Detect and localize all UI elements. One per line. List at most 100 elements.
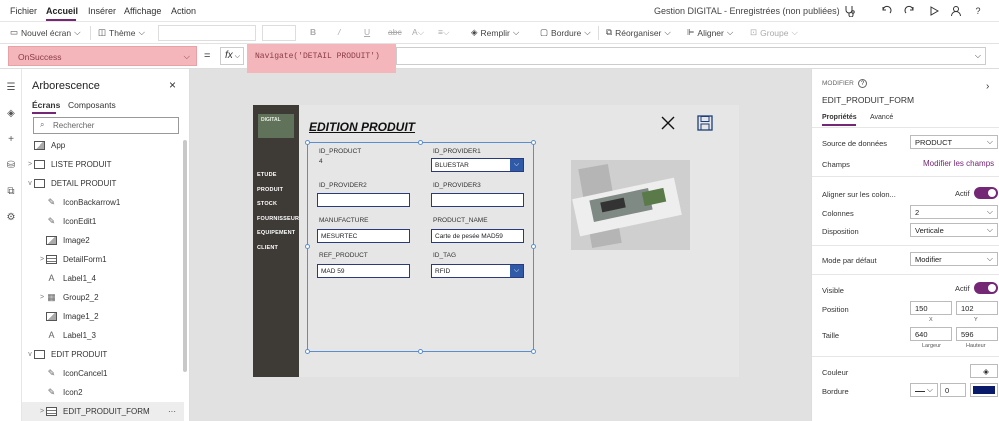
nav-item[interactable]: ETUDE [257, 172, 277, 178]
tree-node[interactable]: App [22, 136, 184, 155]
tree-node[interactable]: A Label1_4 [22, 269, 184, 288]
save-icon[interactable] [697, 115, 713, 131]
tab-composants[interactable]: Composants [68, 100, 116, 110]
strikethrough-button[interactable]: abc [388, 27, 402, 37]
more-options-icon[interactable]: ··· [168, 407, 176, 416]
border-color-picker[interactable] [970, 383, 998, 397]
visible-toggle[interactable] [974, 282, 998, 294]
search-input[interactable]: ⌕ Rechercher [33, 117, 179, 134]
tab-properties[interactable]: Propriétés [822, 114, 857, 121]
redo-icon[interactable] [902, 3, 918, 19]
reorder-button[interactable]: ⧉ Réorganiser ⌵ [606, 27, 671, 38]
resize-handle[interactable] [418, 349, 423, 354]
tree-node[interactable]: ✎ Icon2 [22, 383, 184, 402]
user-icon[interactable] [948, 3, 964, 19]
columns-select[interactable]: 2 ⌵ [910, 205, 998, 219]
tree-scrollbar[interactable] [183, 140, 187, 372]
resize-handle[interactable] [305, 140, 310, 145]
tree-node[interactable]: ✎ IconBackarrow1 [22, 193, 184, 212]
resize-handle[interactable] [305, 349, 310, 354]
border-width-input[interactable]: 0 [940, 383, 966, 397]
fill-color-picker[interactable]: ◈ [970, 364, 998, 378]
resize-handle[interactable] [531, 349, 536, 354]
tools-icon[interactable]: ⚙ [4, 211, 18, 225]
font-color-button[interactable]: A⌵ [412, 27, 424, 38]
tree-node[interactable]: Image2 [22, 231, 184, 250]
input-id-provider3[interactable] [431, 193, 524, 207]
cancel-icon[interactable] [659, 114, 677, 132]
tree-node[interactable]: v DETAIL PRODUIT [22, 174, 184, 193]
group-button[interactable]: ⊡ Groupe ⌵ [750, 27, 798, 38]
resize-handle[interactable] [531, 244, 536, 249]
tree-node[interactable]: v EDIT PRODUIT [22, 345, 184, 364]
chevron-icon[interactable]: > [38, 408, 46, 415]
nav-item[interactable]: CLIENT [257, 245, 278, 251]
layers-icon[interactable]: ◈ [4, 107, 18, 121]
border-button[interactable]: ▢ Bordure ⌵ [540, 27, 591, 38]
snap-toggle[interactable] [974, 187, 998, 199]
chevron-icon[interactable]: v [26, 351, 34, 358]
nav-item[interactable]: PRODUIT [257, 187, 283, 193]
tree-node[interactable]: Image1_2 [22, 307, 184, 326]
border-style-select[interactable]: ⌵ [910, 383, 938, 397]
edit-form-selection[interactable] [307, 142, 534, 352]
undo-icon[interactable] [878, 3, 894, 19]
tab-advanced[interactable]: Avancé [870, 114, 893, 121]
chevron-icon[interactable]: > [26, 161, 34, 168]
input-manufacture[interactable]: MESURTEC [317, 229, 410, 243]
font-family-select[interactable] [158, 25, 256, 41]
italic-button[interactable]: / [338, 27, 340, 37]
dropdown-id-provider1[interactable]: BLUESTAR ⌵ [431, 158, 524, 172]
menu-fichier[interactable]: Fichier [10, 6, 37, 16]
underline-button[interactable]: U [364, 27, 370, 37]
tab-ecrans[interactable]: Écrans [32, 100, 60, 110]
datasource-select[interactable]: PRODUCT ⌵ [910, 135, 998, 149]
formula-input-extension[interactable]: ⌵ [396, 47, 986, 65]
media-icon[interactable]: ⧉ [4, 185, 18, 199]
input-ref-product[interactable]: MAD 59 [317, 264, 410, 278]
tree-node[interactable]: > EDIT_PRODUIT_FORM ··· [22, 402, 184, 421]
resize-handle[interactable] [418, 140, 423, 145]
tree-node[interactable]: > LISTE PRODUIT [22, 155, 184, 174]
input-id-provider2[interactable] [317, 193, 410, 207]
position-y-input[interactable]: 102 [956, 301, 998, 315]
layout-select[interactable]: Verticale ⌵ [910, 223, 998, 237]
bold-button[interactable]: B [310, 27, 316, 37]
chevron-icon[interactable]: > [38, 256, 46, 263]
font-size-select[interactable] [262, 25, 296, 41]
nav-item[interactable]: EQUIPEMENT [257, 230, 295, 236]
resize-handle[interactable] [531, 140, 536, 145]
input-product-name[interactable]: Carte de pesée MAD59 [431, 229, 524, 243]
fill-button[interactable]: ◈ Remplir ⌵ [471, 27, 519, 38]
close-icon[interactable]: × [169, 78, 176, 92]
stethoscope-icon[interactable] [842, 3, 858, 19]
position-x-input[interactable]: 150 [910, 301, 952, 315]
tree-node[interactable]: > ▦ Group2_2 [22, 288, 184, 307]
theme-button[interactable]: ◫ Thème ⌵ [98, 27, 145, 38]
dropdown-id-tag[interactable]: RFID ⌵ [431, 264, 524, 278]
help-icon[interactable]: ? [970, 3, 986, 19]
formula-input[interactable]: Navigate('DETAIL PRODUIT') [247, 44, 396, 73]
tree-node[interactable]: ✎ IconEdit1 [22, 212, 184, 231]
menu-accueil[interactable]: Accueil [46, 6, 78, 16]
nav-item[interactable]: FOURNISSEUR [257, 216, 299, 222]
edit-fields-link[interactable]: Modifier les champs [923, 159, 994, 168]
menu-action[interactable]: Action [171, 6, 196, 16]
resize-handle[interactable] [305, 244, 310, 249]
chevron-icon[interactable]: > [38, 294, 46, 301]
menu-inserer[interactable]: Insérer [88, 6, 116, 16]
database-icon[interactable]: ⛁ [4, 159, 18, 173]
chevron-down-icon[interactable]: ⌵ [975, 51, 981, 61]
mode-select[interactable]: Modifier ⌵ [910, 252, 998, 266]
plus-icon[interactable]: + [4, 133, 18, 147]
new-screen-button[interactable]: ▭ Nouvel écran ⌵ [10, 27, 81, 38]
chevron-icon[interactable]: v [26, 180, 34, 187]
fx-button[interactable]: fx ⌵ [220, 47, 244, 65]
hamburger-icon[interactable]: ☰ [4, 81, 18, 95]
align-button[interactable]: ⊫ Aligner ⌵ [687, 27, 733, 38]
nav-item[interactable]: STOCK [257, 201, 277, 207]
help-icon[interactable]: ? [858, 79, 867, 88]
play-icon[interactable] [926, 3, 942, 19]
chevron-right-icon[interactable]: › [986, 81, 989, 92]
height-input[interactable]: 596 [956, 327, 998, 341]
